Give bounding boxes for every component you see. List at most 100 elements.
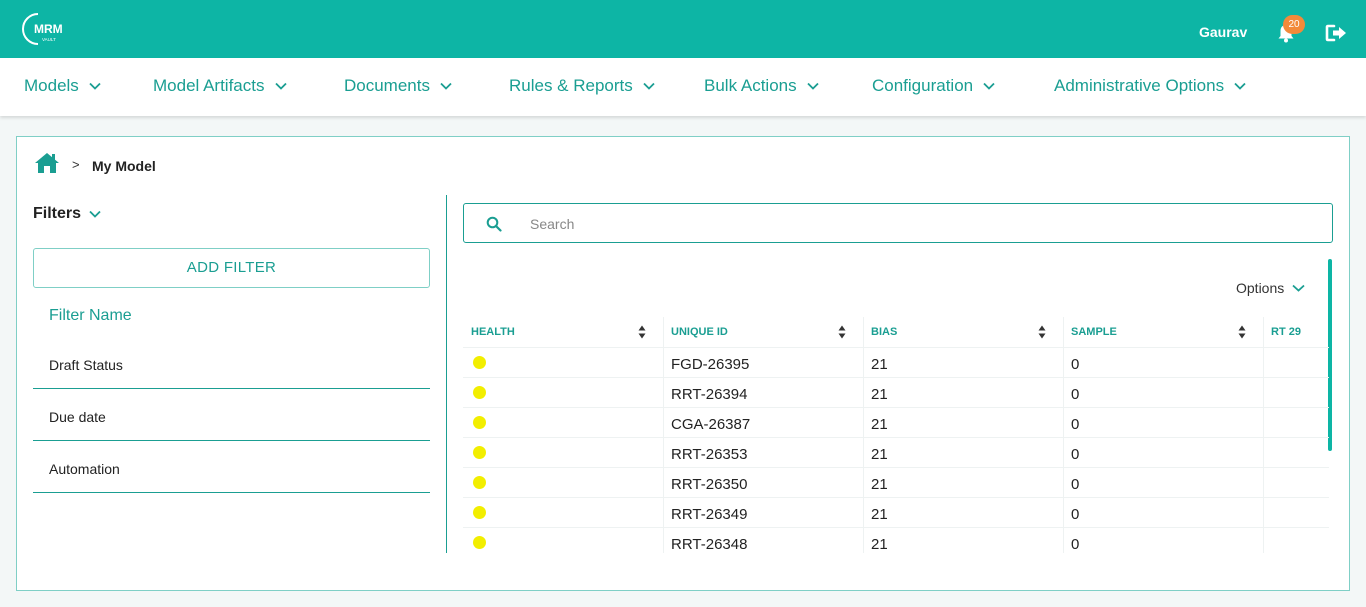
filters-title: Filters bbox=[33, 205, 82, 222]
cell-sample: 0 bbox=[1071, 386, 1080, 403]
health-status-dot bbox=[473, 386, 486, 399]
table-row[interactable]: FGD-26395 21 0 bbox=[463, 347, 1329, 377]
health-status-dot bbox=[473, 506, 486, 519]
nav-models-label: Models bbox=[24, 76, 79, 95]
table-row[interactable]: RRT-26353 21 0 bbox=[463, 437, 1329, 467]
cell-sample: 0 bbox=[1071, 506, 1080, 523]
table-row[interactable]: CGA-26387 21 0 bbox=[463, 407, 1329, 437]
cell-unique-id: RRT-26350 bbox=[671, 476, 748, 493]
models-table: HEALTH UNIQUE ID BIAS SAMPLE RT 29 FGD-2… bbox=[463, 317, 1329, 553]
logout-icon[interactable] bbox=[1325, 23, 1349, 43]
chevron-down-icon bbox=[1234, 82, 1246, 90]
filter-item-draft-status[interactable]: Draft Status bbox=[33, 337, 430, 389]
logo-text: MRM bbox=[34, 22, 63, 36]
chevron-down-icon bbox=[806, 82, 819, 90]
cell-sample: 0 bbox=[1071, 536, 1080, 553]
notification-count-badge[interactable]: 20 bbox=[1283, 15, 1305, 34]
cell-bias: 21 bbox=[871, 356, 888, 373]
nav-model-artifacts-label: Model Artifacts bbox=[153, 76, 265, 95]
chevron-down-icon bbox=[274, 82, 287, 90]
cell-bias: 21 bbox=[871, 446, 888, 463]
column-header-unique-id[interactable]: UNIQUE ID bbox=[663, 317, 863, 347]
breadcrumb-separator: > bbox=[72, 157, 80, 172]
column-header-label: BIAS bbox=[871, 326, 898, 338]
mrm-vault-logo[interactable]: MRM VAULT bbox=[20, 11, 78, 47]
search-icon bbox=[486, 216, 502, 232]
column-header-label: HEALTH bbox=[471, 326, 515, 338]
nav-rules-reports[interactable]: Rules & Reports bbox=[509, 76, 655, 96]
options-label: Options bbox=[1236, 280, 1285, 296]
cell-unique-id: CGA-26387 bbox=[671, 416, 751, 433]
health-status-dot bbox=[473, 536, 486, 549]
filter-item-due-date[interactable]: Due date bbox=[33, 389, 430, 441]
filter-item-label: Automation bbox=[49, 461, 120, 477]
column-header-bias[interactable]: BIAS bbox=[863, 317, 1063, 347]
cell-sample: 0 bbox=[1071, 446, 1080, 463]
chevron-down-icon bbox=[89, 82, 101, 90]
table-header: HEALTH UNIQUE ID BIAS SAMPLE RT 29 bbox=[463, 317, 1329, 347]
cell-bias: 21 bbox=[871, 386, 888, 403]
table-row[interactable]: RRT-26394 21 0 bbox=[463, 377, 1329, 407]
nav-model-artifacts[interactable]: Model Artifacts bbox=[153, 76, 287, 96]
user-name[interactable]: Gaurav bbox=[1199, 24, 1247, 40]
nav-administrative-options-label: Administrative Options bbox=[1054, 76, 1225, 95]
cell-unique-id: RRT-26349 bbox=[671, 506, 748, 523]
chevron-down-icon bbox=[440, 82, 452, 90]
nav-rules-reports-label: Rules & Reports bbox=[509, 76, 633, 95]
logo-subtext: VAULT bbox=[42, 37, 56, 42]
breadcrumb-current: My Model bbox=[92, 158, 156, 174]
table-row[interactable]: RRT-26350 21 0 bbox=[463, 467, 1329, 497]
cell-sample: 0 bbox=[1071, 476, 1080, 493]
search-input[interactable] bbox=[530, 212, 1310, 236]
column-header-health[interactable]: HEALTH bbox=[463, 317, 663, 347]
cell-sample: 0 bbox=[1071, 356, 1080, 373]
column-header-label: UNIQUE ID bbox=[671, 326, 728, 338]
panel-divider bbox=[446, 195, 447, 553]
filter-name-header: Filter Name bbox=[49, 307, 132, 324]
column-header-label: RT 29 bbox=[1271, 326, 1301, 338]
nav-bulk-actions-label: Bulk Actions bbox=[704, 76, 797, 95]
chevron-down-icon bbox=[89, 210, 101, 218]
add-filter-button[interactable]: ADD FILTER bbox=[33, 248, 430, 288]
nav-configuration[interactable]: Configuration bbox=[872, 76, 995, 96]
sort-icon[interactable] bbox=[1038, 325, 1046, 339]
column-header-sample[interactable]: SAMPLE bbox=[1063, 317, 1263, 347]
nav-documents[interactable]: Documents bbox=[344, 76, 452, 96]
nav-administrative-options[interactable]: Administrative Options bbox=[1054, 76, 1246, 96]
cell-bias: 21 bbox=[871, 416, 888, 433]
nav-models[interactable]: Models bbox=[24, 76, 101, 96]
table-row[interactable]: RRT-26349 21 0 bbox=[463, 497, 1329, 527]
nav-configuration-label: Configuration bbox=[872, 76, 974, 95]
cell-unique-id: RRT-26394 bbox=[671, 386, 748, 403]
nav-bulk-actions[interactable]: Bulk Actions bbox=[704, 76, 819, 96]
sort-icon[interactable] bbox=[1238, 325, 1246, 339]
sort-icon[interactable] bbox=[838, 325, 846, 339]
column-header-rt-29[interactable]: RT 29 bbox=[1263, 317, 1329, 347]
cell-bias: 21 bbox=[871, 536, 888, 553]
filter-item-label: Draft Status bbox=[49, 357, 123, 373]
cell-unique-id: RRT-26353 bbox=[671, 446, 748, 463]
chevron-down-icon bbox=[643, 82, 655, 90]
cell-bias: 21 bbox=[871, 476, 888, 493]
cell-bias: 21 bbox=[871, 506, 888, 523]
options-dropdown[interactable]: Options bbox=[1236, 280, 1305, 296]
filter-item-automation[interactable]: Automation bbox=[33, 441, 430, 493]
cell-unique-id: FGD-26395 bbox=[671, 356, 750, 373]
filters-toggle[interactable]: Filters bbox=[33, 205, 101, 223]
filter-item-label: Due date bbox=[49, 409, 106, 425]
health-status-dot bbox=[473, 356, 486, 369]
main-nav: Models Model Artifacts Documents Rules &… bbox=[0, 58, 1366, 116]
health-status-dot bbox=[473, 416, 486, 429]
chevron-down-icon bbox=[1292, 284, 1305, 292]
sort-icon[interactable] bbox=[638, 325, 646, 339]
chevron-down-icon bbox=[983, 82, 995, 90]
top-bar: MRM VAULT Gaurav 20 bbox=[0, 0, 1366, 58]
cell-sample: 0 bbox=[1071, 416, 1080, 433]
cell-unique-id: RRT-26348 bbox=[671, 536, 748, 553]
search-box[interactable] bbox=[463, 203, 1333, 243]
column-header-label: SAMPLE bbox=[1071, 326, 1117, 338]
table-row[interactable]: RRT-26348 21 0 bbox=[463, 527, 1329, 553]
home-icon[interactable] bbox=[34, 152, 60, 174]
health-status-dot bbox=[473, 446, 486, 459]
health-status-dot bbox=[473, 476, 486, 489]
